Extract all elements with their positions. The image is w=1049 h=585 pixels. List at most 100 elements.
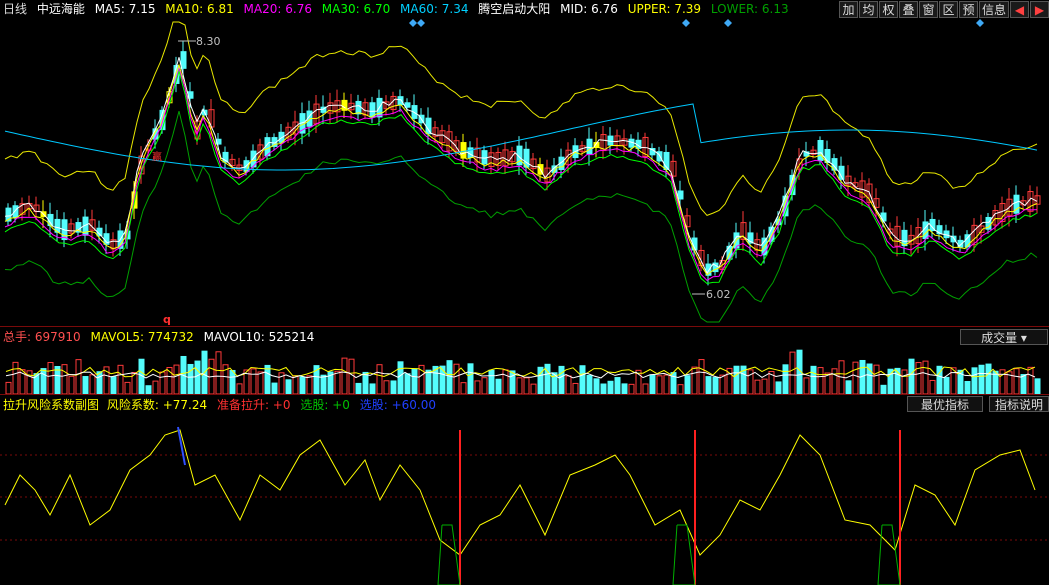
stock-name: 中远海能 xyxy=(36,2,85,16)
chart-toolbar: 加 均 权 叠 窗 区 预 信息 ◀ ▶ xyxy=(839,1,1049,18)
high-price-label: 8.30 xyxy=(196,35,221,48)
range-button[interactable]: 区 xyxy=(939,1,958,18)
volume-bar xyxy=(89,374,96,394)
volume-bar xyxy=(810,365,817,394)
volume-bar xyxy=(341,357,348,394)
volume-bar xyxy=(40,368,47,394)
volume-bar xyxy=(579,365,586,394)
volume-bar xyxy=(754,379,761,394)
signal-mark-win: 赢 xyxy=(152,150,162,163)
volume-bar xyxy=(530,383,537,394)
volume-bar xyxy=(733,365,740,394)
volume-bar xyxy=(411,368,418,394)
volume-bar xyxy=(908,358,915,394)
main-chart-header: 日线 中远海能 MA5: 7.15 MA10: 6.81 MA20: 6.76 … xyxy=(0,0,858,18)
period-label[interactable]: 日线 xyxy=(3,2,27,16)
ma-button[interactable]: 均 xyxy=(859,1,878,18)
prep-value: 准备拉升: +0 xyxy=(216,398,291,412)
volume-bar xyxy=(502,369,509,394)
volume-bar xyxy=(817,367,824,394)
price-chart[interactable]: 8.30 6.02 q 赢 xyxy=(0,19,1049,327)
volume-bar xyxy=(152,380,159,394)
candle-body xyxy=(180,51,187,69)
indicator-help-button[interactable]: 指标说明 xyxy=(989,396,1049,412)
volume-bar xyxy=(1013,368,1020,394)
volume-bar xyxy=(495,378,502,394)
volume-bar xyxy=(404,373,411,394)
info-button[interactable]: 信息 xyxy=(979,1,1009,18)
volume-bar xyxy=(803,377,810,394)
volume-bar xyxy=(880,384,887,394)
volume-bar xyxy=(775,381,782,394)
next-arrow-icon[interactable]: ▶ xyxy=(1030,1,1049,18)
volume-bar xyxy=(985,363,992,394)
select2-value: 选股: +60.00 xyxy=(359,398,437,412)
volume-bar xyxy=(26,370,33,394)
volume-bar xyxy=(656,375,663,394)
overlay-button[interactable]: 叠 xyxy=(899,1,918,18)
volume-bar xyxy=(922,360,929,394)
volume-bar xyxy=(684,375,691,394)
volume-bar xyxy=(488,369,495,394)
volume-bar xyxy=(271,382,278,394)
volume-bar xyxy=(558,365,565,394)
volume-bar xyxy=(12,361,19,394)
diamond-icon xyxy=(417,19,425,27)
volume-bar xyxy=(516,377,523,394)
volume-bar xyxy=(782,364,789,394)
volume-bar xyxy=(978,364,985,394)
volume-bar xyxy=(194,360,201,394)
volume-bar xyxy=(229,369,236,394)
add-button[interactable]: 加 xyxy=(839,1,858,18)
volume-bar xyxy=(852,361,859,394)
prev-arrow-icon[interactable]: ◀ xyxy=(1010,1,1029,18)
diamond-icon xyxy=(409,19,417,27)
volume-bar xyxy=(124,381,131,394)
indicator-name: 拉升风险系数副图 xyxy=(3,398,100,412)
volume-bar xyxy=(453,363,460,394)
volume-bar xyxy=(145,385,152,394)
window-button[interactable]: 窗 xyxy=(919,1,938,18)
diamond-icon xyxy=(976,19,984,27)
best-indicator-button[interactable]: 最优指标 xyxy=(907,396,983,412)
volume-bar xyxy=(789,351,796,394)
volume-chart[interactable] xyxy=(0,347,1049,394)
boll-mid: MID: 6.76 xyxy=(560,2,618,16)
volume-bar xyxy=(572,382,579,394)
volume-bar xyxy=(691,366,698,394)
volume-bar xyxy=(334,370,341,394)
volume-bar xyxy=(467,363,474,394)
volume-bar xyxy=(47,362,54,394)
volume-bar xyxy=(446,360,453,394)
volume-bar xyxy=(474,380,481,394)
chevron-down-icon: ▾ xyxy=(1020,331,1027,345)
risk-indicator-chart[interactable] xyxy=(0,415,1049,585)
volume-bar xyxy=(299,376,306,394)
volume-bar xyxy=(61,364,68,394)
volume-bar xyxy=(82,376,89,394)
volume-bar xyxy=(523,377,530,394)
volume-bar xyxy=(873,364,880,394)
divider xyxy=(0,326,1049,327)
volume-bar xyxy=(306,375,313,394)
volume-bar xyxy=(390,380,397,394)
divider xyxy=(0,394,1049,395)
ma30-label: MA30: 6.70 xyxy=(321,2,391,16)
diamond-markers xyxy=(409,19,984,27)
volume-bar xyxy=(481,377,488,394)
volume-bar xyxy=(397,361,404,394)
volume-bar xyxy=(649,374,656,394)
boll-lower: LOWER: 6.13 xyxy=(710,2,789,16)
ma10-label: MA10: 6.81 xyxy=(165,2,234,16)
volume-selector[interactable]: 成交量 ▾ xyxy=(960,329,1048,345)
volume-bar xyxy=(215,351,222,394)
volume-bar xyxy=(845,380,852,394)
volume-bar xyxy=(971,367,978,394)
volume-bar xyxy=(264,364,271,394)
volume-bar xyxy=(614,377,621,394)
candle-body xyxy=(355,100,362,115)
risk-coefficient-line xyxy=(4,429,1036,556)
volume-bar xyxy=(376,364,383,394)
forecast-button[interactable]: 预 xyxy=(959,1,978,18)
rights-button[interactable]: 权 xyxy=(879,1,898,18)
